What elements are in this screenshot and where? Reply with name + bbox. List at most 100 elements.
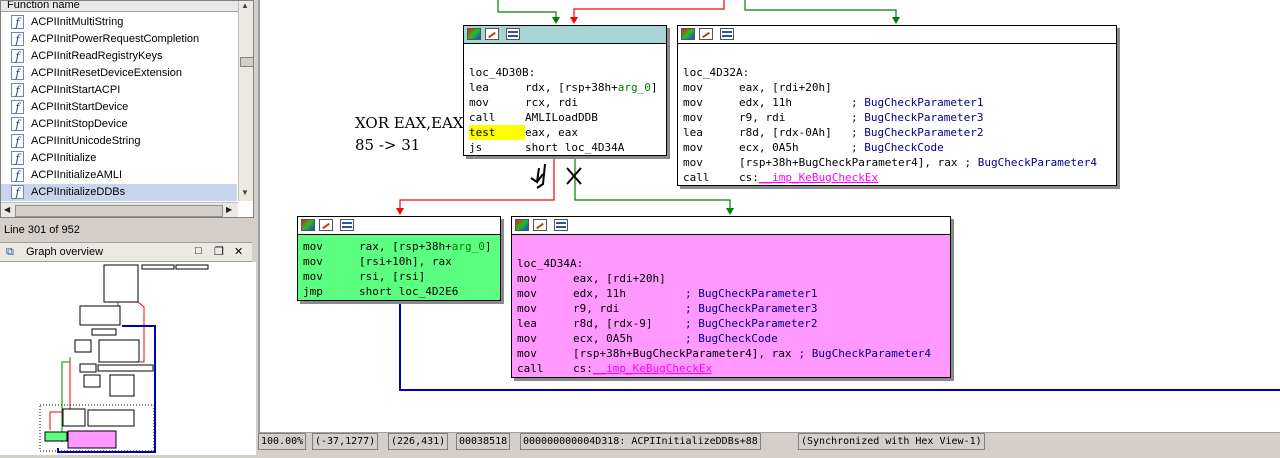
comment[interactable]: ; BugCheckParameter1: [851, 96, 983, 109]
mnemonic[interactable]: lea: [683, 125, 739, 140]
function-list-item[interactable]: f ACPIInitMultiString: [1, 14, 237, 31]
instruction-line[interactable]: call cs:__imp_KeBugCheckEx: [517, 361, 719, 376]
instruction-line[interactable]: mov rcx, rdi: [469, 95, 578, 110]
code-block-loc-4d30b[interactable]: loc_4D30B: lea rdx, [rsp+38h+arg_0] mov rcx…: [463, 25, 667, 156]
mnemonic[interactable]: call: [683, 170, 739, 185]
mnemonic[interactable]: mov: [683, 110, 739, 125]
block-label[interactable]: loc_4D30B:: [469, 65, 535, 80]
function-list-item[interactable]: f ACPIInitializeAMLI: [1, 167, 237, 184]
mnemonic[interactable]: jmp: [303, 284, 359, 299]
mnemonic[interactable]: mov: [517, 271, 573, 286]
mnemonic[interactable]: mov: [683, 95, 739, 110]
import-reference[interactable]: __imp_KeBugCheckEx: [593, 362, 712, 375]
operand-suffix[interactable]: ]: [651, 81, 658, 94]
operand[interactable]: edx, 11h: [573, 287, 626, 300]
graph-overview-canvas[interactable]: [0, 262, 256, 455]
rename-icon[interactable]: [699, 28, 713, 40]
operand[interactable]: eax, [rdi+20h]: [573, 272, 666, 285]
scroll-left-arrow-icon[interactable]: ◀: [4, 205, 10, 214]
instruction-line[interactable]: jmp short loc_4D2E6: [303, 284, 458, 299]
rename-icon[interactable]: [485, 28, 499, 40]
mnemonic[interactable]: mov: [303, 269, 359, 284]
restore-icon[interactable]: ❐: [214, 245, 224, 258]
operand[interactable]: r8d, [rdx-0Ah]: [739, 126, 832, 139]
function-list-item[interactable]: f ACPIInitStartACPI: [1, 82, 237, 99]
mnemonic[interactable]: mov: [303, 254, 359, 269]
instruction-line[interactable]: mov [rsp+38h+BugCheckParameter4], rax ; Bu…: [683, 155, 1097, 170]
color-palette-icon[interactable]: [301, 219, 315, 231]
comment[interactable]: ; BugCheckParameter3: [685, 302, 817, 315]
function-list-horizontal-scrollbar[interactable]: ◀ ▶: [1, 202, 238, 217]
scroll-up-arrow-icon[interactable]: ▲: [241, 1, 249, 10]
instruction-line[interactable]: js short loc_4D34A: [469, 140, 624, 155]
mnemonic[interactable]: mov: [683, 140, 739, 155]
code-block-loc-4d34a[interactable]: loc_4D34A: mov eax, [rdi+20h] mov edx, 11h;…: [511, 216, 951, 378]
group-nodes-icon[interactable]: [554, 219, 568, 231]
color-palette-icon[interactable]: [467, 28, 481, 40]
comment[interactable]: ; BugCheckCode: [685, 332, 778, 345]
operand[interactable]: r8d, [rdx-9]: [573, 317, 652, 330]
close-icon[interactable]: ✕: [234, 245, 243, 258]
instruction-line[interactable]: lea rdx, [rsp+38h+arg_0]: [469, 80, 657, 95]
graph-view[interactable]: XOR EAX,EAX 85 -> 31 loc_4D30B: lea rdx, …: [258, 0, 1280, 432]
function-list-item[interactable]: f ACPIInitUnicodeString: [1, 133, 237, 150]
horizontal-scroll-thumb[interactable]: [15, 205, 223, 217]
mnemonic[interactable]: js: [469, 140, 525, 155]
operand[interactable]: rsi, [rsi]: [359, 270, 425, 283]
operand[interactable]: ecx, 0A5h: [739, 141, 799, 154]
mnemonic[interactable]: mov: [517, 286, 573, 301]
function-list-item[interactable]: f ACPIInitialize: [1, 150, 237, 167]
function-list-item[interactable]: f ACPIInitializeDDBs: [1, 184, 237, 201]
scroll-down-arrow-icon[interactable]: ▼: [241, 188, 249, 197]
operand[interactable]: r9, rdi: [573, 302, 619, 315]
comment[interactable]: ; BugCheckParameter2: [685, 317, 817, 330]
instruction-line[interactable]: mov ecx, 0A5h ; BugCheckCode: [517, 331, 778, 346]
mnemonic[interactable]: lea: [517, 316, 573, 331]
comment[interactable]: ; BugCheckParameter3: [851, 111, 983, 124]
instruction-line[interactable]: mov rax, [rsp+38h+arg_0]: [303, 239, 491, 254]
operand[interactable]: ecx, 0A5h: [573, 332, 633, 345]
mnemonic[interactable]: test: [469, 125, 525, 140]
operand[interactable]: short loc_4D34A: [525, 141, 624, 154]
function-list-item[interactable]: f ACPIInitStopDevice: [1, 116, 237, 133]
mnemonic[interactable]: call: [517, 361, 573, 376]
vertical-scroll-thumb[interactable]: [240, 57, 253, 67]
mnemonic[interactable]: mov: [517, 331, 573, 346]
mnemonic[interactable]: mov: [683, 80, 739, 95]
code-block-green[interactable]: mov rax, [rsp+38h+arg_0] mov [rsi+10h], rax…: [297, 216, 501, 301]
color-palette-icon[interactable]: [681, 28, 695, 40]
mnemonic[interactable]: mov: [469, 95, 525, 110]
instruction-line[interactable]: mov edx, 11h ; BugCheckParameter1: [517, 286, 817, 301]
function-list-item[interactable]: f ACPIInitPowerRequestCompletion: [1, 31, 237, 48]
instruction-line[interactable]: call AMLILoadDDB: [469, 110, 598, 125]
operand[interactable]: r9, rdi: [739, 111, 785, 124]
operand[interactable]: rdx, [rsp+38h+: [525, 81, 618, 94]
mnemonic[interactable]: lea: [469, 80, 525, 95]
import-reference[interactable]: __imp_KeBugCheckEx: [759, 171, 878, 184]
rename-icon[interactable]: [533, 219, 547, 231]
instruction-line[interactable]: lea r8d, [rdx-0Ah] ; BugCheckParameter2: [683, 125, 983, 140]
maximize-icon[interactable]: □: [195, 245, 202, 257]
operand[interactable]: cs:: [573, 362, 593, 375]
function-name-column-header[interactable]: Function name: [1, 1, 243, 12]
operand-argument[interactable]: arg_0: [618, 81, 651, 94]
block-label[interactable]: loc_4D32A:: [683, 65, 749, 80]
instruction-line[interactable]: mov r9, rdi ; BugCheckParameter3: [683, 110, 983, 125]
group-nodes-icon[interactable]: [340, 219, 354, 231]
instruction-line[interactable]: call cs:__imp_KeBugCheckEx: [683, 170, 885, 185]
group-nodes-icon[interactable]: [720, 28, 734, 40]
comment[interactable]: ; BugCheckParameter2: [851, 126, 983, 139]
instruction-line[interactable]: test eax, eax: [469, 125, 578, 140]
mnemonic[interactable]: mov: [517, 346, 573, 361]
function-list-item[interactable]: f ACPIInitStartDevice: [1, 99, 237, 116]
instruction-line[interactable]: mov r9, rdi ; BugCheckParameter3: [517, 301, 817, 316]
operand[interactable]: short loc_4D2E6: [359, 285, 458, 298]
mnemonic[interactable]: mov: [303, 239, 359, 254]
color-palette-icon[interactable]: [515, 219, 529, 231]
function-list-item[interactable]: f ACPIInitReadRegistryKeys: [1, 48, 237, 65]
comment[interactable]: ; BugCheckCode: [851, 141, 944, 154]
operand[interactable]: rcx, rdi: [525, 96, 578, 109]
mnemonic[interactable]: call: [469, 110, 525, 125]
instruction-line[interactable]: mov edx, 11h ; BugCheckParameter1: [683, 95, 983, 110]
code-block-loc-4d32a[interactable]: loc_4D32A: mov eax, [rdi+20h] mov edx, 11h;…: [677, 25, 1117, 186]
